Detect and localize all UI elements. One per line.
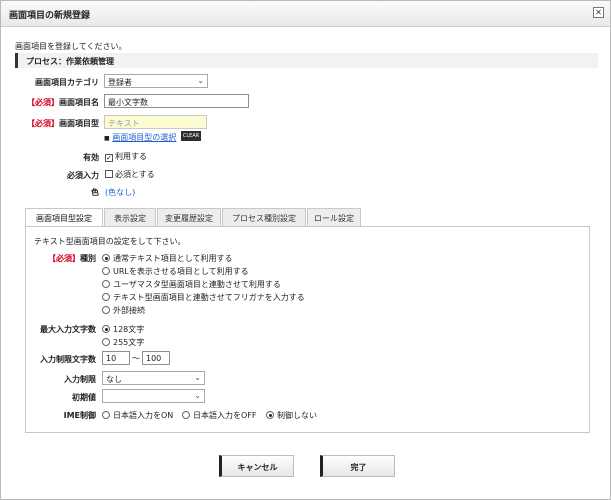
range-min-input[interactable]: 10 <box>102 351 130 365</box>
chevron-down-icon: ⌄ <box>194 391 201 400</box>
required-badge: 【必須】 <box>27 119 59 128</box>
new-screen-item-dialog: 画面項目の新規登録 ✕ 画面項目を登録してください。 プロセス：作業依頼管理 画… <box>0 0 611 500</box>
kind-label: 種別 <box>80 254 96 263</box>
done-button[interactable]: 完了 <box>320 455 395 477</box>
color-label: 色 <box>91 188 99 197</box>
intro-text: 画面項目を登録してください。 <box>15 42 127 51</box>
tab-history-settings[interactable]: 変更履歴設定 <box>157 208 221 226</box>
radio-selected-icon <box>102 325 110 333</box>
maxlen-label: 最大入力文字数 <box>40 325 96 334</box>
initial-select[interactable]: ⌄ <box>102 389 205 403</box>
ime-option-on[interactable]: 日本語入力をON <box>102 410 173 421</box>
name-label-row: 【必須】画面項目名 <box>25 97 99 108</box>
ime-option-label: 日本語入力をON <box>113 411 174 420</box>
kind-label-row: 【必須】種別 <box>26 253 96 264</box>
enabled-option-label: 利用する <box>115 152 147 161</box>
kind-option-label: テキスト型画面項目と連動させてフリガナを入力する <box>113 293 305 302</box>
radio-unselected-icon <box>102 306 110 314</box>
name-input[interactable]: 最小文字数 <box>104 94 249 108</box>
radio-unselected-icon <box>102 338 110 346</box>
restrict-select[interactable]: なし ⌄ <box>102 371 205 385</box>
category-label: 画面項目カテゴリ <box>35 78 99 87</box>
type-label: 画面項目型 <box>59 119 99 128</box>
category-value: 登録者 <box>108 78 132 87</box>
maxlen-option-label: 255文字 <box>113 338 145 347</box>
kind-option-external[interactable]: 外部接続 <box>102 305 145 316</box>
tab-item-type-settings[interactable]: 画面項目型設定 <box>25 208 103 227</box>
tab-role-settings[interactable]: ロール設定 <box>307 208 361 226</box>
range-separator: ～ <box>132 354 140 363</box>
kind-option-furigana[interactable]: テキスト型画面項目と連動させてフリガナを入力する <box>102 292 305 303</box>
enabled-checkbox[interactable]: ✓ 利用する <box>105 151 147 162</box>
color-value-link[interactable]: (色なし) <box>105 187 135 198</box>
maxlen-option-128[interactable]: 128文字 <box>102 324 144 335</box>
kind-option-user-master[interactable]: ユーザマスタ型画面項目と連動させて利用する <box>102 279 281 290</box>
checkbox-checked-icon: ✓ <box>105 154 113 162</box>
radio-selected-icon <box>266 411 274 419</box>
close-icon[interactable]: ✕ <box>593 7 604 18</box>
checkbox-unchecked-icon <box>105 170 113 178</box>
tab-process-type-settings[interactable]: プロセス種別設定 <box>222 208 306 226</box>
ime-label: IME制御 <box>63 411 96 420</box>
kind-option-label: 通常テキスト項目として利用する <box>113 254 233 263</box>
mandatory-checkbox[interactable]: 必須とする <box>105 169 155 180</box>
kind-option-label: ユーザマスタ型画面項目と連動させて利用する <box>113 280 281 289</box>
radio-unselected-icon <box>102 411 110 419</box>
radio-unselected-icon <box>102 267 110 275</box>
panel-description: テキスト型画面項目の設定をして下さい。 <box>34 237 186 246</box>
dialog-titlebar: 画面項目の新規登録 ✕ <box>1 1 610 27</box>
radio-unselected-icon <box>102 293 110 301</box>
restrict-value: なし <box>106 375 122 384</box>
enabled-label: 有効 <box>83 153 99 162</box>
tab-display-settings[interactable]: 表示設定 <box>104 208 156 226</box>
item-type-settings-panel: テキスト型画面項目の設定をして下さい。 【必須】種別 通常テキスト項目として利用… <box>25 226 590 433</box>
range-max-input[interactable]: 100 <box>142 351 170 365</box>
maxlen-option-255[interactable]: 255文字 <box>102 337 144 348</box>
required-badge: 【必須】 <box>48 254 80 263</box>
kind-option-label: URLを表示させる項目として利用する <box>113 267 249 276</box>
type-label-row: 【必須】画面項目型 <box>25 118 99 129</box>
chevron-down-icon: ⌄ <box>197 76 204 85</box>
restrict-label: 入力制限 <box>64 375 96 384</box>
mandatory-label: 必須入力 <box>67 171 99 180</box>
radio-unselected-icon <box>182 411 190 419</box>
clear-button[interactable]: CLEAR <box>181 131 201 141</box>
range-label: 入力制限文字数 <box>40 355 96 364</box>
maxlen-option-label: 128文字 <box>113 325 145 334</box>
kind-option-normal[interactable]: 通常テキスト項目として利用する <box>102 253 233 264</box>
radio-selected-icon <box>102 254 110 262</box>
initial-label: 初期値 <box>72 393 96 402</box>
dialog-title: 画面項目の新規登録 <box>9 11 91 21</box>
kind-option-label: 外部接続 <box>113 306 145 315</box>
ime-option-off[interactable]: 日本語入力をOFF <box>182 410 257 421</box>
category-select[interactable]: 登録者 ⌄ <box>104 74 208 88</box>
name-label: 画面項目名 <box>59 98 99 107</box>
kind-option-url[interactable]: URLを表示させる項目として利用する <box>102 266 249 277</box>
type-select-link[interactable]: 画面項目型の選択 <box>112 133 176 142</box>
ime-option-label: 制御しない <box>277 411 317 420</box>
cancel-button[interactable]: キャンセル <box>219 455 294 477</box>
ime-option-label: 日本語入力をOFF <box>193 411 257 420</box>
type-input[interactable]: テキスト <box>104 115 207 129</box>
square-bullet-icon: ■ <box>104 135 110 142</box>
type-select-row: ■ 画面項目型の選択 <box>104 132 176 143</box>
chevron-down-icon: ⌄ <box>194 373 201 382</box>
mandatory-option-label: 必須とする <box>115 170 155 179</box>
required-badge: 【必須】 <box>27 98 59 107</box>
process-header: プロセス：作業依頼管理 <box>15 53 598 68</box>
radio-unselected-icon <box>102 280 110 288</box>
ime-option-none[interactable]: 制御しない <box>266 410 317 421</box>
